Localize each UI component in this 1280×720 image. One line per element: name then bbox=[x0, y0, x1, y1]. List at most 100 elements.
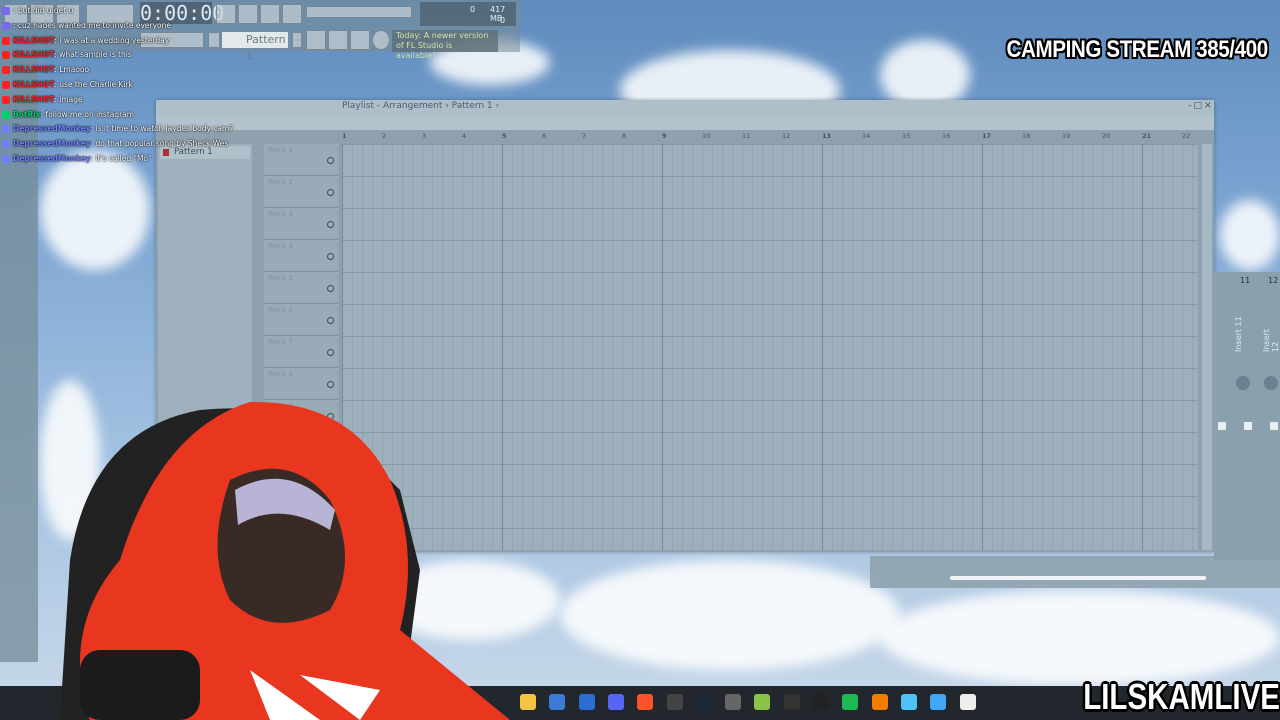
ruler-bar-number: 3 bbox=[422, 132, 427, 140]
photos-icon[interactable] bbox=[930, 694, 947, 710]
track-name: Track 2 bbox=[268, 178, 293, 186]
online-button[interactable] bbox=[372, 30, 390, 50]
chat-message: DepressedMonkey: do that popular song by… bbox=[2, 137, 302, 152]
chat-username: DepressedMonkey bbox=[13, 124, 91, 134]
ruler-bar-number: 15 bbox=[902, 132, 911, 140]
track-header[interactable]: Track 6 bbox=[264, 304, 338, 336]
chat-username: KILLSHOT bbox=[13, 50, 55, 60]
webcam-streamer bbox=[60, 401, 510, 720]
minimize-icon[interactable]: – bbox=[1188, 101, 1193, 111]
chat-badge-icon bbox=[2, 21, 10, 30]
track-header[interactable]: Track 3 bbox=[264, 208, 338, 240]
maximize-icon[interactable]: □ bbox=[1193, 101, 1202, 111]
brave-icon[interactable] bbox=[637, 694, 654, 710]
track-header[interactable]: Track 4 bbox=[264, 240, 338, 272]
track-mute-icon[interactable] bbox=[327, 157, 334, 164]
shift-button[interactable] bbox=[306, 30, 326, 50]
chat-text: : follow me on instagram bbox=[40, 109, 135, 119]
ruler-bar-number: 14 bbox=[862, 132, 871, 140]
pan-knob[interactable] bbox=[1264, 376, 1278, 390]
alt-button[interactable] bbox=[350, 30, 370, 50]
chat-text: : but did u get u bbox=[13, 6, 74, 15]
steam-icon[interactable] bbox=[695, 694, 712, 710]
track-mute-icon[interactable] bbox=[327, 317, 334, 324]
track-mute-icon[interactable] bbox=[327, 253, 334, 260]
ruler-bar-number: 2 bbox=[382, 132, 387, 140]
ruler-bar-number: 9 bbox=[662, 132, 667, 140]
track-mute-icon[interactable] bbox=[327, 221, 334, 228]
ctrl-button[interactable] bbox=[328, 30, 348, 50]
chat-badge-icon bbox=[2, 95, 10, 104]
keyboard-icon[interactable] bbox=[725, 694, 742, 710]
pan-knob[interactable] bbox=[1236, 376, 1250, 390]
track-header[interactable]: Track 7 bbox=[264, 336, 338, 368]
capcut-icon[interactable] bbox=[813, 694, 829, 710]
chat-username: KILLSHOT bbox=[13, 79, 55, 89]
track-header[interactable]: Track 2 bbox=[264, 176, 338, 208]
ruler-bar-number: 18 bbox=[1022, 132, 1031, 140]
chat-text: : i was at a wedding yesterday bbox=[54, 35, 170, 45]
bluestacks-icon[interactable] bbox=[754, 694, 771, 710]
playlist-title-bar[interactable]: Playlist - Arrangement › Pattern 1 › – □… bbox=[156, 100, 1214, 116]
mixer-channel-number: 12 bbox=[1268, 276, 1279, 285]
close-icon[interactable]: × bbox=[1204, 100, 1212, 111]
chat-text: : do that popular song by Sheck Wes bbox=[90, 139, 229, 149]
chat-username: BotRix bbox=[13, 109, 41, 119]
obs-icon[interactable] bbox=[666, 694, 683, 710]
chat-message: KILLSHOT: what sample is this bbox=[2, 48, 302, 63]
file-explorer-icon[interactable] bbox=[520, 694, 536, 710]
track-mute-icon[interactable] bbox=[327, 285, 334, 292]
chat-badge-icon bbox=[2, 125, 10, 134]
ruler-bar-number: 7 bbox=[582, 132, 587, 140]
volume-fader[interactable] bbox=[1244, 422, 1252, 430]
playlist-title: Playlist - Arrangement › Pattern 1 › bbox=[342, 101, 500, 111]
track-mute-icon[interactable] bbox=[327, 349, 334, 356]
ruler-bar-number: 5 bbox=[502, 132, 507, 140]
track-name: Track 6 bbox=[268, 306, 293, 314]
cpu-value: 0 bbox=[470, 5, 476, 14]
chat-message: : cuz hades wanted me to invite everyone bbox=[2, 19, 302, 34]
chat-message: : but did u get u bbox=[2, 4, 302, 19]
ruler-bar-number: 19 bbox=[1062, 132, 1071, 140]
chat-text: : use the Charlie Kirk bbox=[54, 79, 133, 89]
spotify-icon[interactable] bbox=[842, 694, 859, 710]
store-icon[interactable] bbox=[549, 694, 566, 710]
chat-message: KILLSHOT: Lmaooo bbox=[2, 63, 302, 78]
ruler-bar-number: 11 bbox=[742, 132, 751, 140]
master-volume-slider[interactable] bbox=[306, 6, 412, 18]
4k-icon[interactable] bbox=[783, 694, 800, 710]
track-header[interactable]: Track 5 bbox=[264, 272, 338, 304]
photoshop-icon[interactable] bbox=[578, 694, 595, 710]
notepad-icon[interactable] bbox=[900, 694, 917, 710]
chat-badge-icon bbox=[2, 110, 10, 119]
volume-fader[interactable] bbox=[1270, 422, 1278, 430]
chat-badge-icon bbox=[2, 7, 10, 15]
vertical-scrollbar[interactable] bbox=[1202, 144, 1212, 550]
stream-title: CAMPING STREAM 385/400 bbox=[1006, 36, 1269, 63]
mixer-channel-number: 11 bbox=[1240, 276, 1251, 285]
ruler-bar-number: 10 bbox=[702, 132, 711, 140]
ruler-bar-number: 8 bbox=[622, 132, 627, 140]
chat-overlay: : but did u get u : cuz hades wanted me t… bbox=[2, 4, 302, 167]
document-icon[interactable] bbox=[959, 694, 976, 710]
chat-username: KILLSHOT bbox=[13, 35, 55, 45]
time-ruler[interactable]: 1 2 3 4 5 6 7 8 9 10 11 12 13 14 15 16 17 18 19 20 21 22 bbox=[342, 132, 1198, 142]
volume-fader[interactable] bbox=[1218, 422, 1226, 430]
ruler-bar-number: 21 bbox=[1142, 132, 1152, 140]
fl-studio-icon[interactable] bbox=[871, 694, 888, 710]
mixer-scrollbar[interactable] bbox=[950, 576, 1206, 580]
track-name: Track 5 bbox=[268, 274, 293, 282]
chat-message: KILLSHOT: image bbox=[2, 93, 302, 108]
discord-icon[interactable] bbox=[607, 694, 624, 710]
chat-message: KILLSHOT: use the Charlie Kirk bbox=[2, 78, 302, 93]
chat-badge-icon bbox=[2, 51, 10, 60]
ruler-bar-number: 4 bbox=[462, 132, 467, 140]
chat-badge-icon bbox=[2, 80, 10, 89]
track-mute-icon[interactable] bbox=[327, 189, 334, 196]
track-mute-icon[interactable] bbox=[327, 381, 334, 388]
chat-text: : image bbox=[54, 94, 83, 104]
chat-text: : is it time to watch Jaydes body cam? bbox=[90, 124, 234, 134]
chat-badge-icon bbox=[2, 36, 10, 45]
news-panel[interactable]: Today: A newer version of FL Studio is a… bbox=[392, 30, 498, 60]
ruler-bar-number: 1 bbox=[342, 132, 347, 140]
